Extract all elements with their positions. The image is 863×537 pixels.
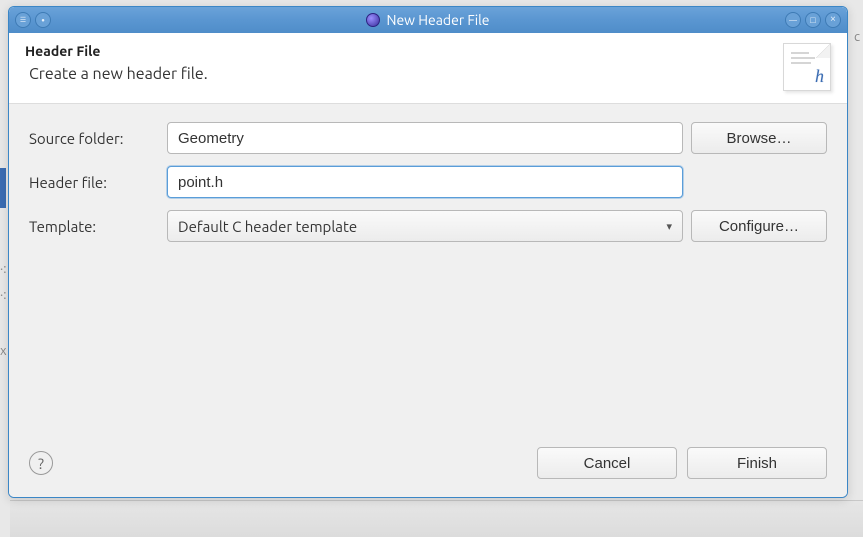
- finish-button[interactable]: Finish: [687, 447, 827, 479]
- background-letter: x: [0, 344, 7, 358]
- wizard-header: Header File Create a new header file. h: [9, 33, 847, 104]
- page-subtitle: Create a new header file.: [25, 65, 208, 83]
- window-title: New Header File: [386, 12, 489, 28]
- page-title: Header File: [25, 43, 208, 59]
- form-area: Source folder: Browse… Header file: Temp…: [9, 104, 847, 437]
- template-selected-value: Default C header template: [178, 218, 357, 235]
- chevron-down-icon: ▾: [666, 220, 672, 233]
- help-button[interactable]: ?: [29, 451, 53, 475]
- background-letter: c: [854, 30, 860, 44]
- browse-button[interactable]: Browse…: [691, 122, 827, 154]
- eclipse-icon: [366, 13, 380, 27]
- background-selection-bar: [0, 168, 6, 208]
- header-file-icon: h: [783, 43, 831, 91]
- close-button[interactable]: [825, 12, 841, 28]
- header-file-label: Header file:: [29, 174, 159, 191]
- header-file-input[interactable]: [167, 166, 683, 198]
- configure-button[interactable]: Configure…: [691, 210, 827, 242]
- template-label: Template:: [29, 218, 159, 235]
- dialog-footer: ? Cancel Finish: [9, 437, 847, 497]
- background-letter: ·:: [0, 262, 6, 276]
- maximize-button[interactable]: [805, 12, 821, 28]
- titlebar[interactable]: New Header File: [9, 7, 847, 33]
- minimize-button[interactable]: [785, 12, 801, 28]
- help-icon: ?: [38, 455, 44, 472]
- background-statusbar: [10, 500, 863, 537]
- background-letter: ·:: [0, 288, 6, 302]
- dialog-window: New Header File Header File Create a new…: [8, 6, 848, 498]
- window-pin-button[interactable]: [35, 12, 51, 28]
- source-folder-input[interactable]: [167, 122, 683, 154]
- window-menu-button[interactable]: [15, 12, 31, 28]
- template-dropdown[interactable]: Default C header template ▾: [167, 210, 683, 242]
- source-folder-label: Source folder:: [29, 130, 159, 147]
- cancel-button[interactable]: Cancel: [537, 447, 677, 479]
